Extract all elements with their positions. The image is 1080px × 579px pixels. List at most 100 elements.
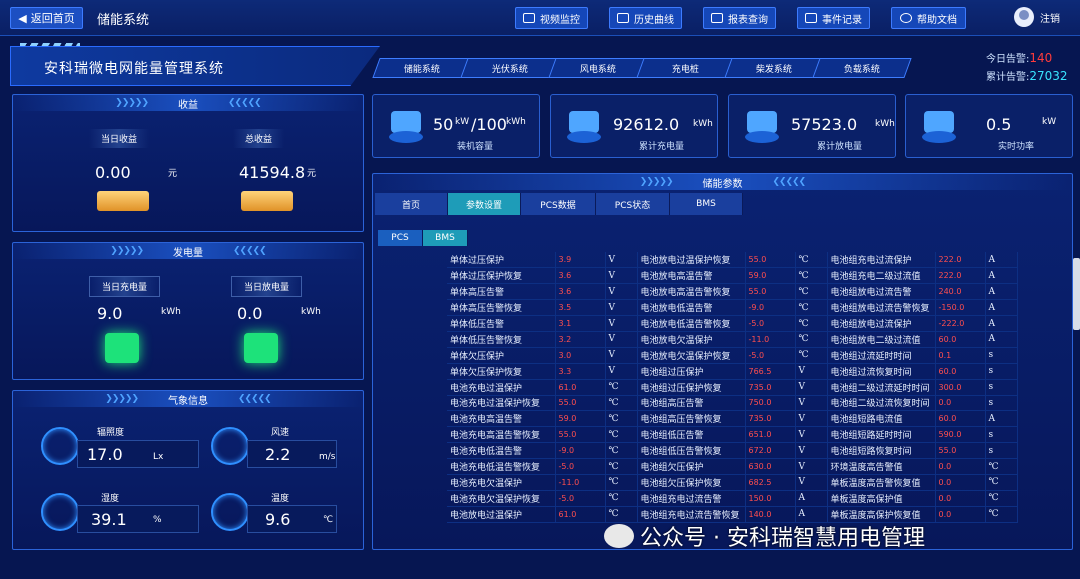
param-value[interactable]: 590.0 (935, 426, 986, 444)
param-name: 单板温度高保护值 (827, 490, 936, 507)
subtab-pcs[interactable]: PCS (378, 230, 423, 246)
param-value[interactable]: -5.0 (745, 315, 796, 332)
param-name: 电池组充电过流告警 (637, 490, 746, 507)
param-name: 电池组短路电流值 (827, 410, 936, 428)
tab-diesel-system[interactable]: 柴发系统 (724, 58, 824, 78)
param-value[interactable]: 300.0 (935, 379, 986, 396)
param-unit: A (985, 410, 1018, 428)
param-value[interactable]: 222.0 (935, 267, 986, 285)
param-value[interactable]: 3.5 (555, 299, 606, 317)
scrollbar[interactable] (1073, 258, 1080, 330)
history-curve-button[interactable]: 历史曲线 (609, 7, 682, 29)
logout-button[interactable]: 注销 (1014, 7, 1060, 27)
param-unit: A (985, 252, 1018, 269)
param-value[interactable]: 750.0 (745, 395, 796, 412)
param-value[interactable]: 651.0 (745, 426, 796, 444)
param-value[interactable]: 3.0 (555, 347, 606, 364)
history-icon (617, 13, 629, 23)
param-name: 电池放电欠温保护恢复 (637, 347, 746, 364)
param-value[interactable]: -5.0 (555, 458, 606, 475)
table-row: 电池充电低温告警恢复 -5.0 ℃ 电池组欠压保护 630.0 V 环境温度高告警值 0.0 ℃ (447, 458, 1018, 475)
param-value[interactable]: 0.1 (935, 347, 986, 364)
tab-param-settings[interactable]: 参数设置 (448, 193, 521, 215)
param-value[interactable]: 60.0 (935, 331, 986, 348)
param-value[interactable]: 735.0 (745, 379, 796, 396)
param-value[interactable]: 55.0 (935, 442, 986, 460)
param-name: 电池放电欠温保护 (637, 331, 746, 348)
tab-pcs-status[interactable]: PCS状态 (596, 193, 670, 215)
param-value[interactable]: 735.0 (745, 410, 796, 428)
param-value[interactable]: 3.2 (555, 331, 606, 348)
event-icon (805, 13, 817, 23)
table-row: 电池充电高温告警 59.0 ℃ 电池组高压告警恢复 735.0 V 电池组短路电流值 60.0… (447, 410, 1018, 428)
param-value[interactable]: 0.0 (935, 474, 986, 491)
tab-home[interactable]: 首页 (375, 193, 448, 215)
tab-charging-pile[interactable]: 充电桩 (636, 58, 736, 78)
humidity-value: 39.1 (91, 510, 127, 529)
param-value[interactable]: 55.0 (745, 252, 796, 269)
param-unit: V (795, 395, 828, 412)
param-value[interactable]: 61.0 (555, 506, 606, 523)
param-value[interactable]: -11.0 (745, 331, 796, 348)
param-value[interactable]: 3.3 (555, 363, 606, 380)
param-value[interactable]: -150.0 (935, 299, 986, 317)
param-value[interactable]: 682.5 (745, 474, 796, 491)
tab-storage-system[interactable]: 储能系统 (372, 58, 472, 78)
param-value[interactable]: 222.0 (935, 252, 986, 269)
param-value[interactable]: 0.0 (935, 490, 986, 507)
tab-bms[interactable]: BMS (670, 193, 743, 215)
event-record-button[interactable]: 事件记录 (797, 7, 870, 29)
param-name: 单体低压告警恢复 (447, 331, 556, 348)
param-value[interactable]: 0.0 (935, 458, 986, 475)
param-value[interactable]: 0.0 (935, 506, 986, 523)
param-value[interactable]: 766.5 (745, 363, 796, 380)
param-value[interactable]: 0.0 (935, 395, 986, 412)
param-value[interactable]: 55.0 (555, 395, 606, 412)
param-value[interactable]: 61.0 (555, 379, 606, 396)
sun-icon (41, 427, 79, 465)
param-unit: s (985, 379, 1018, 396)
param-value[interactable]: 3.9 (555, 252, 606, 269)
param-name: 单板温度高告警恢复值 (827, 474, 936, 491)
tab-pv-system[interactable]: 光伏系统 (460, 58, 560, 78)
param-name: 电池组放电过流保护 (827, 315, 936, 332)
table-row: 单体高压告警恢复 3.5 V 电池放电低温告警 -9.0 ℃ 电池组放电过流告警恢复 -150… (447, 299, 1018, 317)
param-value[interactable]: 672.0 (745, 442, 796, 460)
param-value[interactable]: 630.0 (745, 458, 796, 475)
param-value[interactable]: 55.0 (555, 426, 606, 444)
param-value[interactable]: -11.0 (555, 474, 606, 491)
param-value[interactable]: 60.0 (935, 363, 986, 380)
tab-pcs-data[interactable]: PCS数据 (521, 193, 596, 215)
param-unit: V (605, 363, 638, 380)
help-doc-button[interactable]: 帮助文档 (891, 7, 966, 29)
back-home-button[interactable]: ◀ 返回首页 (10, 7, 83, 29)
video-monitor-button[interactable]: 视频监控 (515, 7, 588, 29)
param-value[interactable]: 59.0 (555, 410, 606, 428)
param-value[interactable]: 55.0 (745, 283, 796, 301)
param-value[interactable]: -9.0 (555, 442, 606, 460)
param-value[interactable]: -5.0 (555, 490, 606, 507)
param-value[interactable]: -5.0 (745, 347, 796, 364)
report-query-button[interactable]: 报表查询 (703, 7, 776, 29)
daily-discharge-label: 当日放电量 (231, 276, 303, 297)
param-name: 电池组欠压保护恢复 (637, 474, 746, 491)
param-name: 电池组短路恢复时间 (827, 442, 936, 460)
today-alarm-count: 140 (1029, 51, 1053, 65)
param-unit: V (605, 267, 638, 285)
param-value[interactable]: 3.6 (555, 267, 606, 285)
param-name: 电池组充电二级过流值 (827, 267, 936, 285)
param-value[interactable]: 240.0 (935, 283, 986, 301)
param-value[interactable]: 3.6 (555, 283, 606, 301)
param-value[interactable]: 3.1 (555, 315, 606, 332)
tab-wind-system[interactable]: 风电系统 (548, 58, 648, 78)
param-name: 单体高压告警恢复 (447, 299, 556, 317)
param-value[interactable]: -9.0 (745, 299, 796, 317)
param-value[interactable]: -222.0 (935, 315, 986, 332)
param-value[interactable]: 150.0 (745, 490, 796, 507)
param-value[interactable]: 60.0 (935, 410, 986, 428)
subtab-bms[interactable]: BMS (423, 230, 468, 246)
param-unit: s (985, 426, 1018, 444)
param-value[interactable]: 59.0 (745, 267, 796, 285)
tab-load-system[interactable]: 负载系统 (812, 58, 912, 78)
param-unit: V (605, 347, 638, 364)
